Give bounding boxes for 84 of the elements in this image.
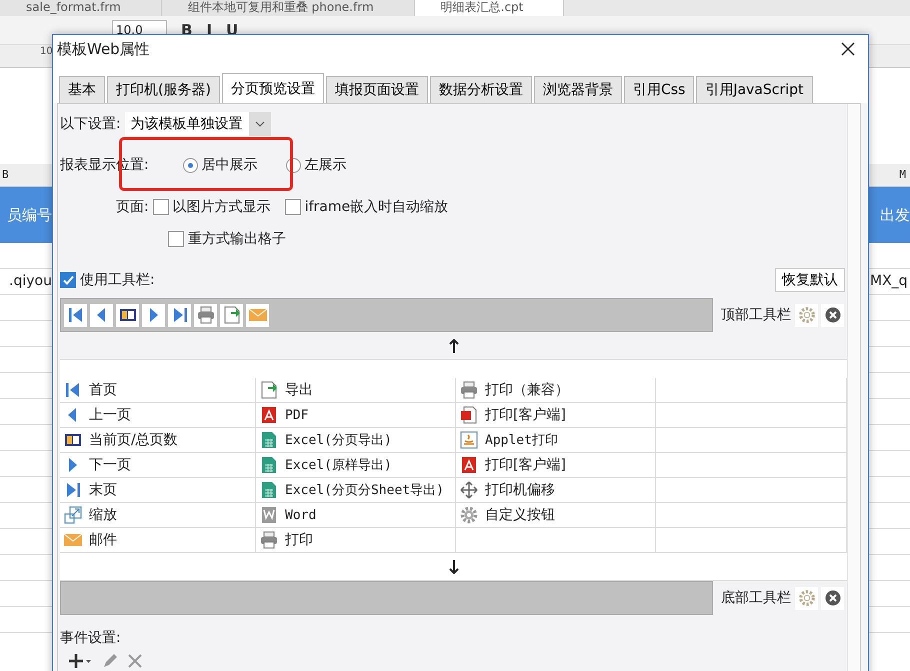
events-label: 事件设置: [60, 629, 122, 647]
delete-icon[interactable] [128, 654, 142, 668]
remove-button[interactable] [821, 586, 844, 610]
file-tab[interactable]: 组件本地可复用和重叠 phone.frm [162, 0, 415, 16]
settings-icon [798, 589, 816, 607]
toolbar-item[interactable]: Word [256, 503, 456, 528]
toolbar-item[interactable]: Applet打印 [456, 428, 656, 453]
toolbar-item[interactable]: Excel(分页导出) [256, 428, 456, 453]
toolbar-item[interactable]: Excel(原样导出) [256, 453, 456, 478]
pdf-file-icon [259, 405, 279, 425]
radio-option[interactable]: 居中展示 [182, 156, 258, 174]
toolbar-item[interactable]: 上一页 [60, 403, 256, 428]
export-document-icon [222, 305, 242, 325]
toolbar-item[interactable]: 下一页 [60, 453, 256, 478]
checkbox-option[interactable]: 重方式输出格子 [168, 230, 286, 248]
toolbar-button[interactable] [64, 304, 87, 326]
tab[interactable]: 引用JavaScript [696, 76, 812, 103]
header-cell: 出发 [868, 187, 910, 243]
toolbar-item[interactable]: 首页 [60, 378, 256, 403]
close-icon [841, 42, 855, 56]
file-tab[interactable]: sale_format.frm [0, 0, 162, 16]
edit-icon[interactable] [102, 653, 118, 669]
toolbar-item[interactable]: 当前页/总页数 [60, 428, 256, 453]
checkbox-option[interactable]: iframe嵌入时自动缩放 [284, 198, 448, 216]
toolbar-item[interactable]: 缩放 [60, 503, 256, 528]
settings-dropdown[interactable]: 为该模板单独设置 [124, 112, 271, 136]
toolbar-item[interactable]: 自定义按钮 [456, 503, 656, 528]
toolbar-label: 底部工具栏 [721, 589, 791, 607]
tab[interactable]: 打印机(服务器) [107, 76, 220, 103]
close-icon [824, 590, 840, 606]
toolbar-item[interactable]: 打印（兼容） [456, 378, 656, 403]
tab[interactable]: 填报页面设置 [326, 76, 428, 103]
up-arrow-icon [448, 338, 458, 352]
down-arrow-icon [448, 560, 458, 574]
header-cell: 员编号 [0, 187, 52, 243]
resize-window-icon [63, 505, 83, 525]
printer-icon [196, 305, 216, 325]
move-arrows-icon [459, 480, 479, 500]
toolbar-button[interactable] [90, 304, 113, 326]
word-file-icon [259, 505, 279, 525]
spreadsheet-file-icon [259, 455, 279, 475]
spreadsheet-file-icon [259, 430, 279, 450]
toolbar-button[interactable] [194, 304, 217, 326]
scrollbar[interactable] [847, 104, 860, 671]
checkmark-icon [62, 274, 74, 286]
add-icon[interactable] [68, 653, 92, 669]
flash-document-icon [459, 405, 479, 425]
toolbar-item[interactable]: 打印机偏移 [456, 478, 656, 503]
printer-icon [459, 380, 479, 400]
column-header: B [0, 164, 52, 187]
remove-button[interactable] [821, 304, 844, 326]
restore-defaults-button[interactable]: 恢复默认 [775, 268, 845, 292]
tab[interactable]: 分页预览设置 [222, 73, 324, 103]
toolbar-item[interactable]: 打印[客户端] [456, 453, 656, 478]
printer-icon [259, 530, 279, 550]
gear-icon [459, 505, 479, 525]
export-document-icon [259, 380, 279, 400]
checkbox-option[interactable]: 使用工具栏: [60, 271, 155, 289]
tab[interactable]: 基本 [59, 76, 105, 103]
page-label: 页面: [116, 198, 149, 216]
toolbar-item[interactable]: 导出 [256, 378, 456, 403]
tab[interactable]: 数据分析设置 [430, 76, 532, 103]
toolbar-button[interactable] [142, 304, 165, 326]
toolbar-item[interactable]: 打印[客户端] [456, 403, 656, 428]
toolbar-item[interactable]: 末页 [60, 478, 256, 503]
settings-icon [798, 306, 816, 324]
java-document-icon [459, 430, 479, 450]
toolbar-button[interactable] [116, 304, 139, 326]
caret-icon [254, 121, 265, 127]
checkbox-option[interactable]: 以图片方式显示 [152, 198, 271, 216]
toolbar-button[interactable] [220, 304, 243, 326]
column-header: M [868, 164, 910, 187]
toolbar-item[interactable]: PDF [256, 403, 456, 428]
toolbar-item[interactable]: Excel(分页分Sheet导出) [256, 478, 456, 503]
settings-label: 以下设置: [60, 115, 121, 133]
tab[interactable]: 浏览器背景 [534, 76, 622, 103]
file-tab[interactable]: 明细表汇总.cpt [414, 0, 564, 16]
close-icon [824, 307, 840, 323]
toolbar-label: 顶部工具栏 [721, 306, 791, 324]
radio-option[interactable]: 左展示 [286, 156, 347, 174]
spreadsheet-file-icon [259, 480, 279, 500]
tab[interactable]: 引用Css [624, 76, 694, 103]
toolbar-button[interactable] [168, 304, 191, 326]
pdf-file-icon [459, 455, 479, 475]
